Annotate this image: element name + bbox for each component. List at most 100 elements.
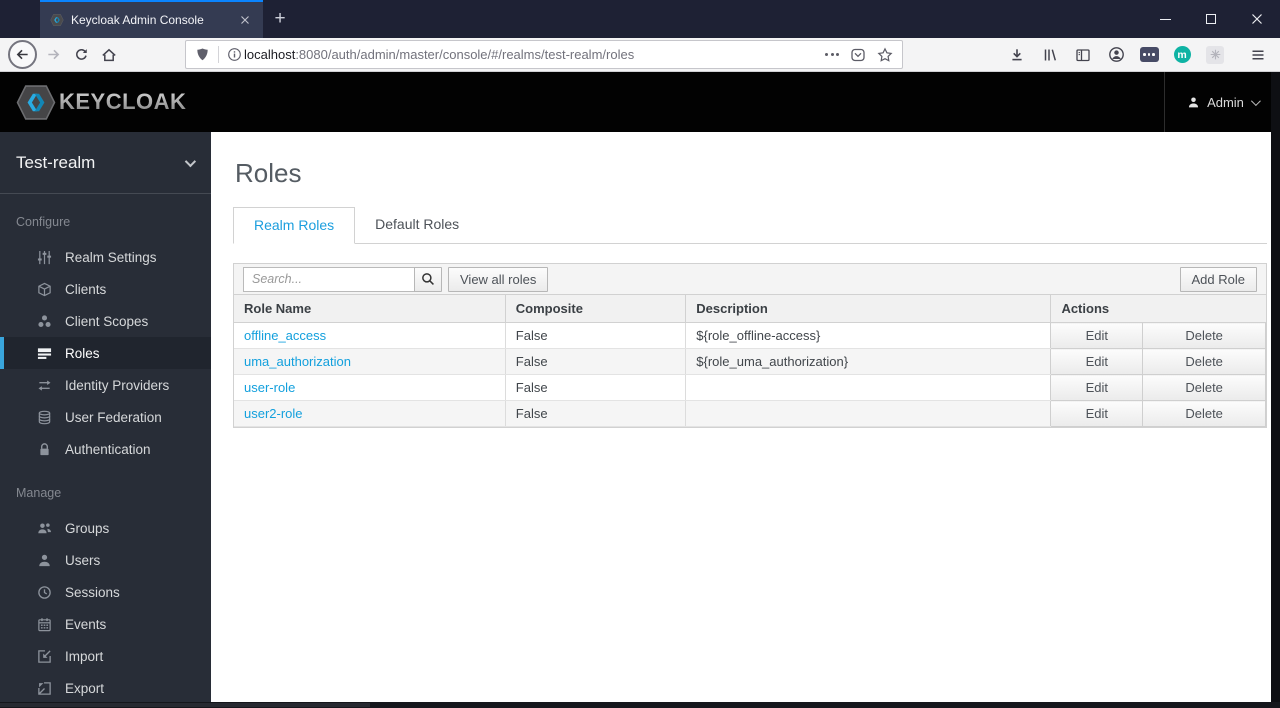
composite-cell: False: [504, 322, 686, 349]
delete-button[interactable]: Delete: [1142, 400, 1266, 427]
table-row: uma_authorization False ${role_uma_autho…: [234, 348, 1266, 375]
sidebar-item-clients[interactable]: Clients: [0, 273, 211, 305]
table-row: user-role False Edit Delete: [234, 374, 1266, 401]
client-scopes-icon: [36, 314, 53, 329]
export-icon: [36, 681, 53, 696]
sidebar-item-label: Realm Settings: [65, 249, 157, 265]
role-link[interactable]: user-role: [244, 380, 295, 395]
user-menu[interactable]: Admin: [1164, 72, 1280, 132]
sidebar-item-events[interactable]: Events: [0, 608, 211, 640]
home-icon: [102, 48, 116, 61]
column-header-description[interactable]: Description: [685, 295, 1051, 323]
delete-button[interactable]: Delete: [1142, 322, 1266, 349]
extension-m-icon: m: [1173, 46, 1191, 63]
delete-button[interactable]: Delete: [1142, 374, 1266, 401]
downloads-button[interactable]: [1003, 41, 1031, 69]
sidebar-item-label: Groups: [65, 520, 110, 536]
clock-icon: [36, 585, 53, 600]
section-label: Manage: [16, 486, 62, 500]
back-button[interactable]: [8, 40, 37, 69]
role-link[interactable]: uma_authorization: [244, 354, 351, 369]
sidebar: Test-realm Configure Realm Settings Clie…: [0, 132, 211, 708]
edit-button[interactable]: Edit: [1050, 348, 1144, 375]
url-bar[interactable]: localhost:8080/auth/admin/master/console…: [185, 40, 903, 69]
sidebar-item-user-federation[interactable]: User Federation: [0, 401, 211, 433]
role-link[interactable]: user2-role: [244, 406, 303, 421]
close-icon: [1252, 14, 1262, 24]
window-controls: [1142, 0, 1280, 38]
edit-button[interactable]: Edit: [1050, 322, 1144, 349]
search-input[interactable]: [243, 266, 415, 292]
new-tab-button[interactable]: +: [263, 0, 297, 38]
sidebar-item-identity-providers[interactable]: Identity Providers: [0, 369, 211, 401]
realm-selector[interactable]: Test-realm: [0, 132, 211, 194]
sidebar-item-sessions[interactable]: Sessions: [0, 576, 211, 608]
delete-button[interactable]: Delete: [1142, 348, 1266, 375]
tab-default-roles[interactable]: Default Roles: [355, 207, 479, 244]
keycloak-logo[interactable]: KEYCLOAK: [0, 72, 186, 132]
edit-button[interactable]: Edit: [1050, 400, 1144, 427]
minimize-icon: [1159, 18, 1171, 20]
view-all-roles-button[interactable]: View all roles: [448, 266, 549, 292]
url-host: localhost: [244, 47, 296, 62]
library-button[interactable]: [1036, 41, 1064, 69]
sidebar-item-groups[interactable]: Groups: [0, 512, 211, 544]
table-toolbar: View all roles Add Role: [234, 264, 1266, 295]
bookmark-star-icon[interactable]: [877, 47, 893, 63]
sidebar-item-client-scopes[interactable]: Client Scopes: [0, 305, 211, 337]
tab-close-icon[interactable]: [235, 10, 255, 30]
table-header-row: Role Name Composite Description Actions: [234, 295, 1266, 323]
tab-title: Keycloak Admin Console: [71, 13, 204, 27]
urlbar-divider: [218, 46, 219, 63]
horizontal-scrollbar[interactable]: [0, 702, 1280, 708]
extension-disabled-button[interactable]: [1201, 41, 1229, 69]
page-actions-icon[interactable]: [825, 53, 839, 56]
scrollbar-thumb[interactable]: [0, 703, 370, 707]
reload-button[interactable]: [67, 41, 95, 69]
sidebar-item-roles[interactable]: Roles: [0, 337, 211, 369]
groups-icon: [36, 521, 53, 536]
tracking-shield-icon[interactable]: [195, 47, 210, 62]
maximize-button[interactable]: [1188, 0, 1234, 38]
sidebar-item-label: Events: [65, 616, 107, 632]
sidebar-item-users[interactable]: Users: [0, 544, 211, 576]
extension-m-button[interactable]: m: [1168, 41, 1196, 69]
close-button[interactable]: [1234, 0, 1280, 38]
roles-panel: View all roles Add Role Role Name Compos…: [233, 263, 1267, 428]
sidebar-item-import[interactable]: Import: [0, 640, 211, 672]
sidebar-item-authentication[interactable]: Authentication: [0, 433, 211, 465]
edit-button[interactable]: Edit: [1050, 374, 1144, 401]
minimize-button[interactable]: [1142, 0, 1188, 38]
add-role-button[interactable]: Add Role: [1179, 266, 1257, 292]
search-button[interactable]: [414, 266, 442, 292]
site-info-icon[interactable]: [227, 47, 242, 62]
sidebar-item-label: Sessions: [65, 584, 120, 600]
vertical-scrollbar[interactable]: [1271, 72, 1280, 708]
sidebars-button[interactable]: [1069, 41, 1097, 69]
home-button[interactable]: [95, 41, 123, 69]
sidebar-item-realm-settings[interactable]: Realm Settings: [0, 241, 211, 273]
description-cell: ${role_offline-access}: [685, 322, 1051, 349]
app-header: KEYCLOAK Admin: [0, 72, 1280, 132]
account-button[interactable]: [1102, 41, 1130, 69]
extension-menu-button[interactable]: [1135, 41, 1163, 69]
menu-button[interactable]: [1244, 41, 1272, 69]
composite-cell: False: [504, 348, 686, 375]
lock-icon: [36, 442, 53, 457]
chevron-down-icon: [1250, 95, 1261, 106]
keycloak-logo-icon: [16, 84, 56, 120]
tab-realm-roles[interactable]: Realm Roles: [233, 207, 356, 244]
role-link[interactable]: offline_access: [244, 328, 326, 343]
brand-text: KEYCLOAK: [59, 89, 187, 114]
sidebar-item-export[interactable]: Export: [0, 672, 211, 704]
cube-icon: [36, 282, 53, 297]
url-text[interactable]: localhost:8080/auth/admin/master/console…: [244, 47, 825, 62]
description-cell: ${role_uma_authorization}: [685, 348, 1051, 375]
sidebar-item-label: Users: [65, 552, 101, 568]
column-header-role-name[interactable]: Role Name: [234, 295, 506, 323]
forward-button[interactable]: [39, 41, 67, 69]
browser-tab[interactable]: Keycloak Admin Console: [40, 0, 263, 38]
pocket-save-icon[interactable]: [850, 47, 866, 63]
column-header-composite[interactable]: Composite: [504, 295, 686, 323]
url-path: :8080/auth/admin/master/console/#/realms…: [295, 47, 635, 62]
